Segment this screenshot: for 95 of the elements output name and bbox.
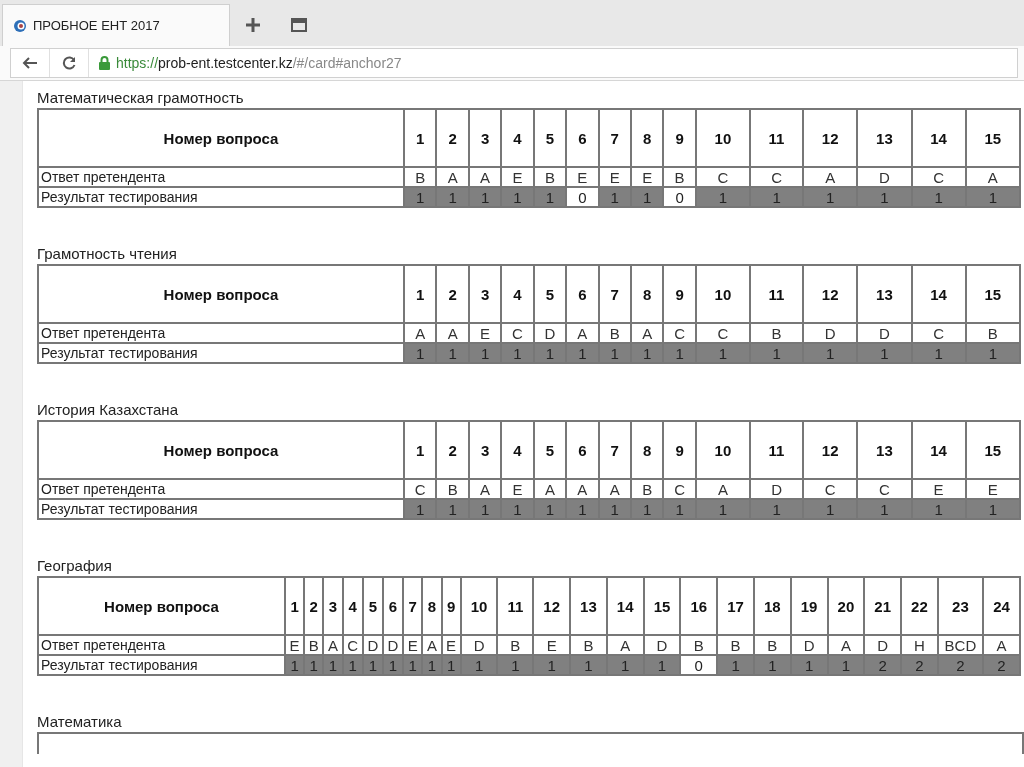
question-number: 11 (750, 265, 804, 323)
question-number: 5 (533, 109, 567, 167)
row-label: Ответ претендента (38, 323, 404, 343)
section-title: География (37, 557, 113, 574)
browser-tab[interactable]: ПРОБНОЕ ЕНТ 2017 (2, 4, 230, 46)
section-title: Грамотность чтения (37, 245, 178, 262)
reload-icon (62, 56, 76, 70)
question-number: 19 (790, 577, 828, 635)
question-number: 8 (422, 577, 442, 635)
lock-icon (99, 56, 110, 70)
question-number: 9 (441, 577, 461, 635)
row-label: Ответ претендента (38, 635, 285, 655)
question-number: 13 (857, 421, 912, 479)
question-number: 13 (857, 109, 912, 167)
question-number: 15 (965, 265, 1020, 323)
question-number: 9 (663, 109, 696, 167)
row-label: Результат тестирования (38, 655, 285, 675)
question-number: 14 (911, 109, 966, 167)
question-number: 7 (403, 577, 423, 635)
question-number: 14 (911, 265, 966, 323)
question-number: 3 (468, 109, 502, 167)
question-number: 6 (566, 265, 599, 323)
question-number: 18 (753, 577, 791, 635)
section-title: Математика (37, 713, 123, 730)
row-label: Ответ претендента (38, 479, 404, 499)
question-number: 4 (501, 421, 534, 479)
question-number: 14 (606, 577, 644, 635)
question-number: 12 (803, 109, 858, 167)
question-number: 10 (695, 265, 750, 323)
question-number: 12 (533, 577, 571, 635)
header-cell: Номер вопроса (38, 577, 285, 635)
question-number: 13 (570, 577, 607, 635)
question-number: 1 (285, 577, 305, 635)
section-title: История Казахстана (37, 401, 179, 418)
question-number: 1 (404, 265, 437, 323)
question-number: 6 (382, 577, 404, 635)
question-number: 2 (436, 265, 469, 323)
question-number: 6 (566, 421, 599, 479)
question-number: 12 (803, 421, 858, 479)
window-icon (291, 18, 307, 32)
question-number: 23 (937, 577, 983, 635)
question-number: 8 (630, 421, 664, 479)
site-logo-icon (13, 18, 27, 33)
question-number: 1 (404, 421, 437, 479)
header-cell: Номер вопроса (38, 109, 404, 167)
question-number: 4 (501, 109, 534, 167)
question-number: 9 (663, 265, 696, 323)
url-text: https://prob-ent.testcenter.kz/#/card#anchor27 (116, 55, 402, 71)
question-number: 11 (497, 577, 534, 635)
question-number: 20 (827, 577, 865, 635)
question-number: 8 (630, 265, 664, 323)
header-cell: Номер вопроса (38, 421, 404, 479)
back-arrow-icon (22, 56, 38, 70)
question-number: 5 (533, 421, 567, 479)
row-label: Результат тестирования (38, 499, 404, 519)
question-number: 7 (598, 265, 631, 323)
question-number: 10 (695, 109, 750, 167)
question-number: 2 (436, 109, 469, 167)
question-number: 12 (803, 265, 858, 323)
question-number: 2 (304, 577, 324, 635)
question-number: 10 (460, 577, 498, 635)
question-number: 3 (323, 577, 343, 635)
row-label: Ответ претендента (38, 167, 404, 187)
question-number: 21 (864, 577, 902, 635)
question-number: 22 (901, 577, 938, 635)
question-number: 15 (965, 109, 1020, 167)
address-bar[interactable]: https://prob-ent.testcenter.kz/#/card#anchor27 (10, 48, 1018, 78)
question-number: 1 (404, 109, 437, 167)
question-number: 4 (501, 265, 534, 323)
section-title: Математическая грамотность (37, 89, 245, 106)
header-cell: Номер вопроса (38, 265, 404, 323)
question-number: 8 (630, 109, 664, 167)
question-number: 11 (750, 109, 804, 167)
question-number: 16 (680, 577, 718, 635)
question-number: 10 (695, 421, 750, 479)
question-number: 24 (983, 577, 1020, 635)
question-number: 17 (717, 577, 754, 635)
question-number: 11 (750, 421, 804, 479)
question-number: 14 (911, 421, 966, 479)
question-number: 7 (598, 109, 631, 167)
question-number: 6 (566, 109, 599, 167)
question-number: 3 (468, 265, 502, 323)
plus-icon (245, 17, 261, 33)
question-number: 13 (857, 265, 912, 323)
question-number: 2 (436, 421, 469, 479)
row-label: Результат тестирования (38, 343, 404, 363)
question-number: 15 (643, 577, 681, 635)
question-number: 5 (533, 265, 567, 323)
question-number: 9 (663, 421, 696, 479)
question-number: 3 (468, 421, 502, 479)
question-number: 7 (598, 421, 631, 479)
question-number: 4 (342, 577, 363, 635)
question-number: 5 (362, 577, 383, 635)
row-label: Результат тестирования (38, 187, 404, 207)
question-number: 15 (965, 421, 1020, 479)
